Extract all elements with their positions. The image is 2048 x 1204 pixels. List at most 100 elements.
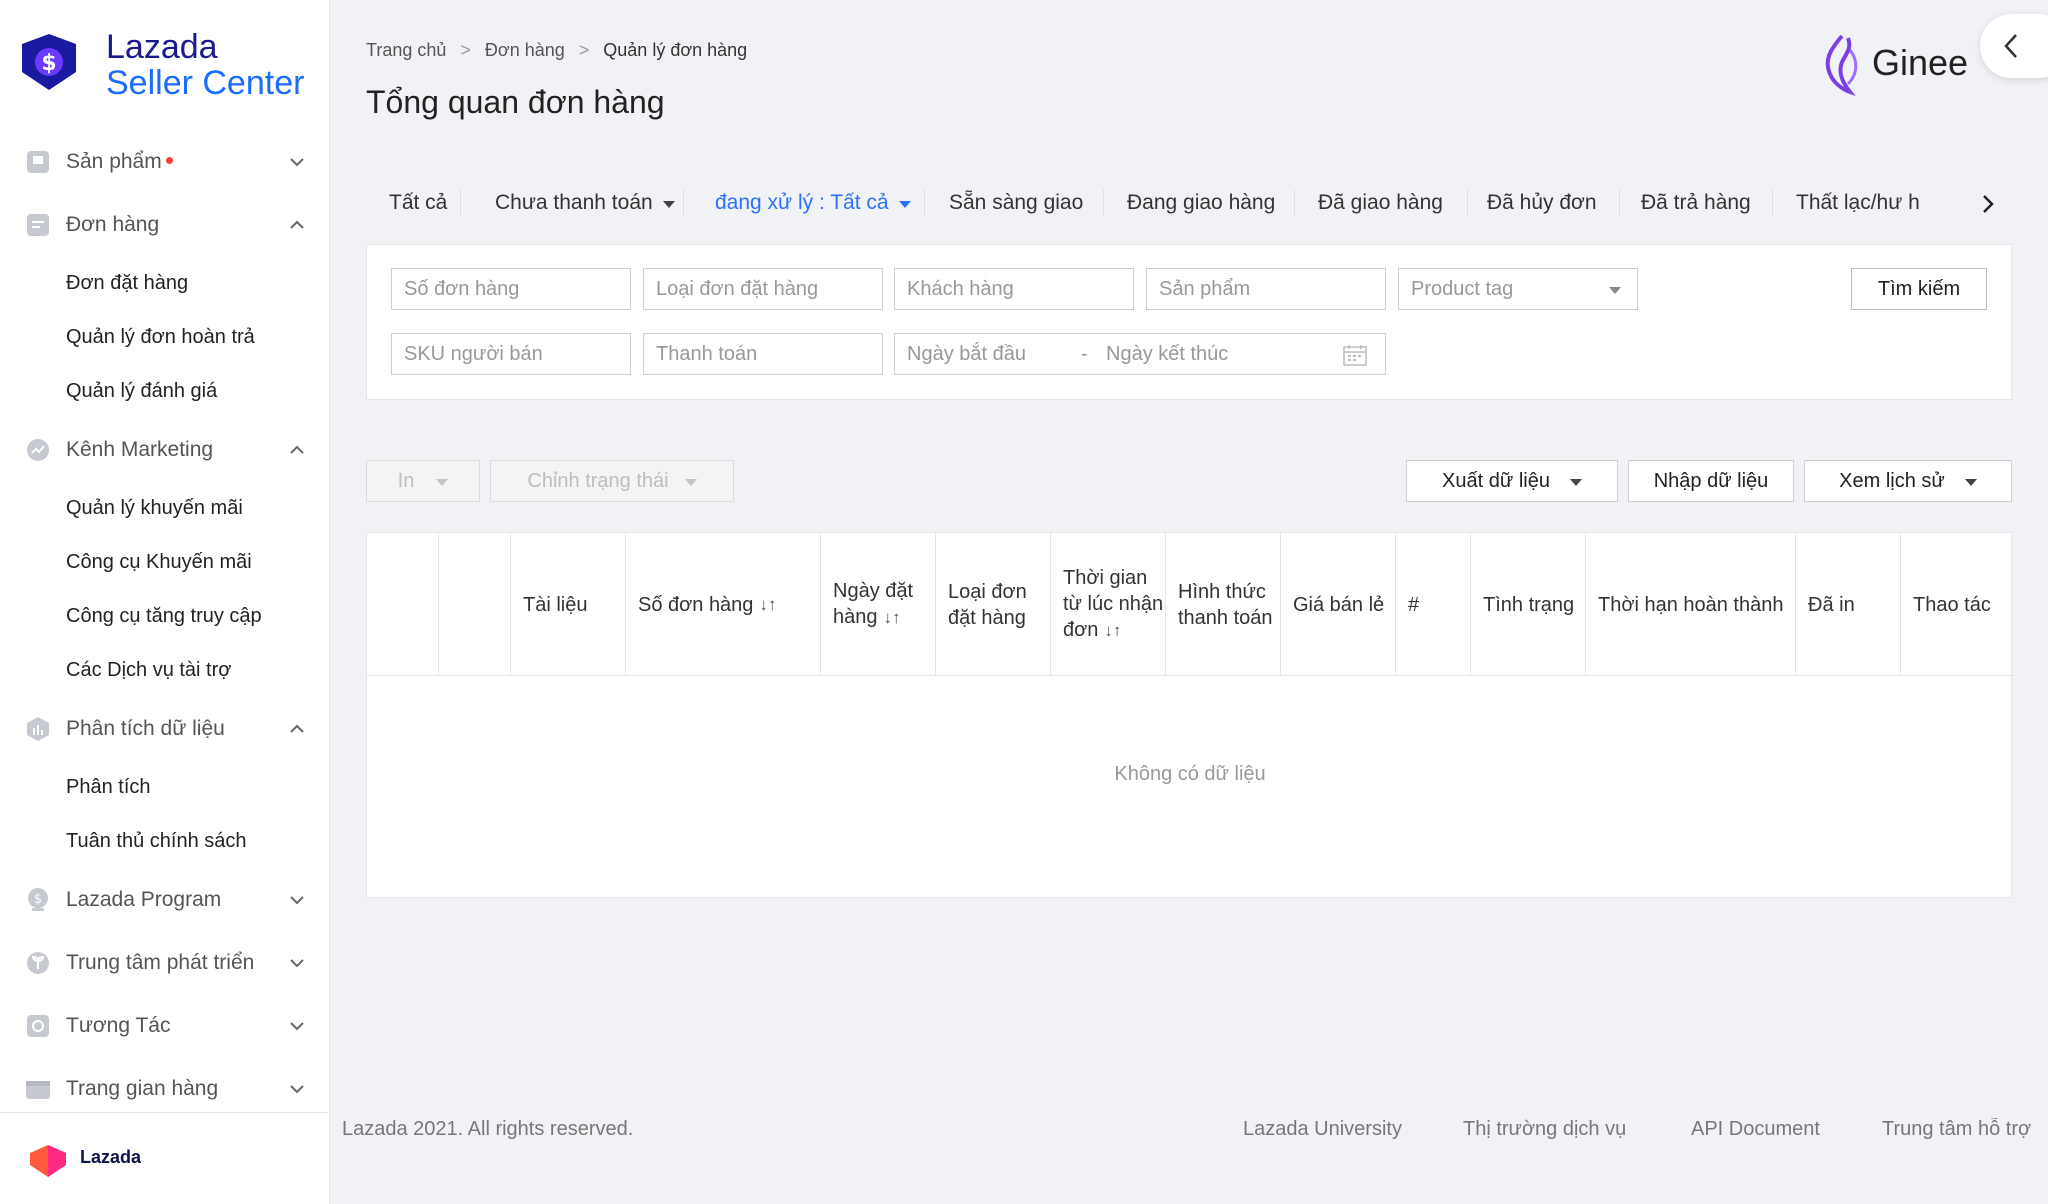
end-date-placeholder[interactable]: Ngày kết thúc — [1106, 343, 1228, 366]
history-label: Xem lịch sử — [1839, 469, 1945, 492]
breadcrumb-orders[interactable]: Đơn hàng — [485, 40, 565, 61]
sidebar-subitem-label: Quản lý đánh giá — [66, 379, 218, 402]
tab-label: Sẵn sàng giao — [949, 191, 1084, 214]
sidebar-subitem-promotions[interactable]: Quản lý khuyến mãi — [0, 481, 330, 535]
sidebar-item-store-page[interactable]: Trang gian hàng — [0, 1057, 330, 1120]
caret-down-icon — [898, 200, 911, 208]
sort-icon[interactable]: ↓↑ — [759, 592, 776, 618]
tab-divider — [924, 190, 925, 216]
tab-all[interactable]: Tất cả — [389, 180, 447, 226]
payment-input[interactable]: Thanh toán — [643, 333, 883, 375]
sidebar-subitem-sponsored[interactable]: Các Dịch vụ tài trợ — [0, 643, 330, 697]
lazada-heart-logo-icon — [30, 1145, 66, 1177]
sidebar-subitem-traffic-tools[interactable]: Công cụ tăng truy cập — [0, 589, 330, 643]
tab-label: Thất lạc/hư h — [1796, 191, 1920, 214]
sidebar-item-marketing[interactable]: Kênh Marketing — [0, 418, 330, 481]
footer-link-api-document[interactable]: API Document — [1691, 1118, 1820, 1141]
date-range-separator: - — [1081, 342, 1088, 365]
tab-cancelled[interactable]: Đã hủy đơn — [1487, 180, 1597, 226]
caret-down-icon — [1609, 286, 1621, 294]
table-header: Tài liệu Số đơn hàng ↓↑ Ngày đặt hàng ↓↑ L… — [367, 533, 2013, 676]
tab-ready-to-ship[interactable]: Sẵn sàng giao — [949, 180, 1083, 226]
order-type-input[interactable]: Loại đơn đặt hàng — [643, 268, 883, 310]
tab-divider — [1103, 190, 1104, 216]
chevron-down-icon[interactable] — [288, 891, 306, 909]
chevron-down-icon[interactable] — [288, 153, 306, 171]
breadcrumb-home[interactable]: Trang chủ — [366, 40, 446, 61]
tab-shipping[interactable]: Đang giao hàng — [1127, 180, 1275, 226]
chevron-down-icon[interactable] — [288, 954, 306, 972]
product-input[interactable]: Sản phẩm — [1146, 268, 1386, 310]
order-number-input[interactable]: Số đơn hàng — [391, 268, 631, 310]
tab-unpaid[interactable]: Chưa thanh toán — [495, 180, 675, 226]
tab-label: Đã hủy đơn — [1487, 191, 1597, 214]
chevron-down-icon[interactable] — [288, 1080, 306, 1098]
tab-returned[interactable]: Đã trả hàng — [1641, 180, 1751, 226]
tab-processing[interactable]: đang xử lý : Tất cả — [715, 180, 911, 226]
sidebar: $ Lazada Seller Center Sản phẩm Đơn hàng… — [0, 0, 330, 1204]
analytics-icon — [27, 716, 49, 741]
collapse-panel-button[interactable] — [1980, 14, 2048, 78]
start-date-placeholder[interactable]: Ngày bắt đầu — [907, 343, 1026, 366]
sidebar-item-orders[interactable]: Đơn hàng — [0, 193, 330, 256]
chevron-left-icon — [2004, 34, 2017, 58]
sort-icon[interactable]: ↓↑ — [1104, 621, 1121, 640]
footer-link-university[interactable]: Lazada University — [1243, 1118, 1402, 1141]
chevron-down-icon[interactable] — [288, 1017, 306, 1035]
sidebar-footer: Lazada — [0, 1112, 330, 1204]
export-data-button[interactable]: Xuất dữ liệu — [1406, 460, 1618, 502]
sidebar-item-lazada-program[interactable]: $ Lazada Program — [0, 868, 330, 931]
notification-dot — [166, 157, 173, 164]
sidebar-item-growth-center[interactable]: Trung tâm phát triển — [0, 931, 330, 994]
table-header-order-number[interactable]: Số đơn hàng ↓↑ — [626, 533, 821, 676]
seller-sku-input[interactable]: SKU người bán — [391, 333, 631, 375]
sidebar-item-engagement[interactable]: Tương Tác — [0, 994, 330, 1057]
import-data-button[interactable]: Nhập dữ liệu — [1628, 460, 1794, 502]
chevron-up-icon[interactable] — [288, 216, 306, 234]
tab-lost-damaged[interactable]: Thất lạc/hư h — [1796, 180, 1926, 226]
print-label: In — [397, 469, 415, 492]
brand[interactable]: $ Lazada Seller Center — [16, 28, 316, 108]
search-button[interactable]: Tìm kiếm — [1851, 268, 1987, 310]
engage-icon — [27, 1014, 49, 1037]
sidebar-subitem-reviews[interactable]: Quản lý đánh giá — [0, 364, 330, 418]
sidebar-subitem-label: Phân tích — [66, 775, 151, 798]
breadcrumb-separator: > — [460, 40, 471, 60]
sidebar-item-analytics[interactable]: Phân tích dữ liệu — [0, 697, 330, 760]
date-range-picker[interactable]: Ngày bắt đầu - Ngày kết thúc — [894, 333, 1386, 375]
tab-label: Tất cả — [389, 191, 448, 214]
growth-icon — [27, 951, 49, 974]
product-icon — [27, 150, 49, 173]
sidebar-item-products[interactable]: Sản phẩm — [0, 130, 330, 193]
sidebar-item-label: Trang gian hàng — [66, 1076, 219, 1100]
marketing-icon — [27, 438, 49, 461]
sidebar-subitem-returns[interactable]: Quản lý đơn hoàn trả — [0, 310, 330, 364]
footer-link-help-center[interactable]: Trung tâm hỗ trợ — [1882, 1118, 2042, 1141]
sidebar-subitem-analysis[interactable]: Phân tích — [0, 760, 330, 814]
sidebar-subitem-label: Tuân thủ chính sách — [66, 829, 247, 852]
tab-delivered[interactable]: Đã giao hàng — [1318, 180, 1443, 226]
view-history-button[interactable]: Xem lịch sử — [1804, 460, 2012, 502]
chevron-up-icon[interactable] — [288, 441, 306, 459]
sidebar-subitem-promo-tools[interactable]: Công cụ Khuyến mãi — [0, 535, 330, 589]
sidebar-subitem-compliance[interactable]: Tuân thủ chính sách — [0, 814, 330, 868]
product-tag-select[interactable]: Product tag — [1398, 268, 1638, 310]
brand-subtitle: Seller Center — [106, 64, 305, 102]
chevron-right-icon[interactable] — [1976, 192, 2000, 216]
footer-link-service-market[interactable]: Thị trường dịch vụ — [1463, 1118, 1626, 1141]
sidebar-nav: Sản phẩm Đơn hàng Đơn đặt hàng Quản lý đ… — [0, 130, 330, 1120]
print-button[interactable]: In — [366, 460, 480, 502]
sidebar-subitem-orders[interactable]: Đơn đặt hàng — [0, 256, 330, 310]
caret-down-icon — [662, 200, 675, 208]
change-status-button[interactable]: Chỉnh trạng thái — [490, 460, 734, 502]
chevron-up-icon[interactable] — [288, 720, 306, 738]
calendar-icon[interactable] — [1343, 344, 1367, 366]
tab-label: đang xử lý : Tất cả — [715, 191, 889, 214]
ginee-logo-icon — [1825, 34, 1858, 96]
table-header-time-since-order[interactable]: Thời gian từ lúc nhận đơn ↓↑ — [1051, 533, 1166, 676]
import-label: Nhập dữ liệu — [1653, 469, 1769, 492]
customer-input[interactable]: Khách hàng — [894, 268, 1134, 310]
sort-icon[interactable]: ↓↑ — [884, 608, 901, 627]
table-header-order-date[interactable]: Ngày đặt hàng ↓↑ — [821, 533, 936, 676]
column-label: Loại đơn đặt hàng — [948, 580, 1027, 629]
